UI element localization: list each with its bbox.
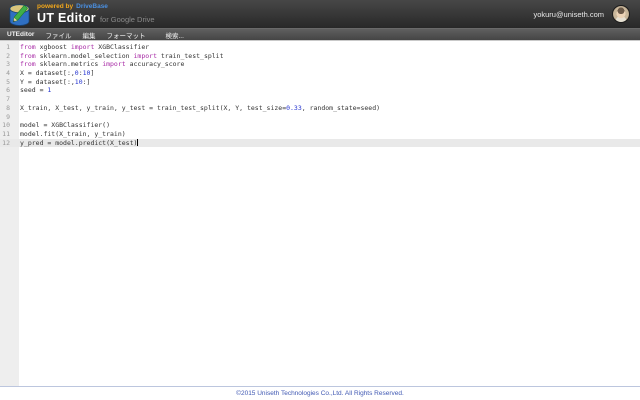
line-number: 5 <box>6 77 10 86</box>
user-email: yokuru@uniseth.com <box>533 9 604 19</box>
code-line[interactable]: 7 <box>0 95 640 104</box>
code-line-text: model.fit(X_train, y_train) <box>20 129 126 138</box>
code-line-text: from xgboost import XGBClassifier <box>20 43 150 51</box>
code-line[interactable]: 9 <box>0 113 640 122</box>
code-line[interactable]: 3 from sklearn.metrics import accuracy_sc… <box>0 60 640 69</box>
line-number: 1 <box>6 43 10 51</box>
app-title-block: powered by DriveBase UT Editor for Google… <box>37 2 155 25</box>
code-line[interactable]: 5 Y = dataset[:,10:] <box>0 78 640 87</box>
line-number: 6 <box>6 86 10 95</box>
app-header: powered by DriveBase UT Editor for Google… <box>0 0 640 28</box>
line-number: 12 <box>2 138 10 147</box>
menu-edit[interactable]: 編集 <box>82 30 95 40</box>
database-pencil-icon <box>9 3 30 26</box>
code-line-text: X_train, X_test, y_train, y_test = train… <box>20 103 381 112</box>
code-line[interactable]: 4 X = dataset[:,0:10] <box>0 69 640 78</box>
menu-uteditor[interactable]: UTEditor <box>7 31 34 38</box>
code-line[interactable]: 1 from xgboost import XGBClassifier <box>0 43 640 52</box>
app-title: UT Editor <box>37 11 96 25</box>
code-line[interactable]: 10 model = XGBClassifier() <box>0 121 640 130</box>
line-number: 9 <box>6 112 10 121</box>
menu-bar: UTEditor ファイル 編集 フォーマット 検索... <box>0 28 640 41</box>
line-number: 11 <box>2 129 10 138</box>
menu-format[interactable]: フォーマット <box>106 30 145 40</box>
code-lines[interactable]: 1 from xgboost import XGBClassifier 2 from … <box>0 41 640 148</box>
user-avatar[interactable] <box>612 5 630 23</box>
app-subtitle: for Google Drive <box>99 15 155 24</box>
uteditor-app: powered by DriveBase UT Editor for Google… <box>0 0 640 400</box>
code-line-text: y_pred = model.predict(X_test) <box>20 138 139 147</box>
code-line[interactable]: 11 model.fit(X_train, y_train) <box>0 130 640 139</box>
code-line-text: from sklearn.model_selection import trai… <box>20 51 224 60</box>
line-number: 4 <box>6 69 10 78</box>
code-line[interactable]: 12 y_pred = model.predict(X_test) <box>0 138 640 148</box>
brand-name: DriveBase <box>76 2 108 10</box>
code-line-text: model = XGBClassifier() <box>20 121 111 130</box>
menu-file[interactable]: ファイル <box>45 30 71 40</box>
page-footer: ©2015 Uniseth Technologies Co.,Ltd. All … <box>0 386 640 400</box>
text-cursor <box>137 138 139 146</box>
code-line-text: X = dataset[:,0:10] <box>20 69 95 78</box>
code-line[interactable]: 2 from sklearn.model_selection import tra… <box>0 52 640 61</box>
line-number: 2 <box>6 51 10 60</box>
code-line[interactable]: 8 X_train, X_test, y_train, y_test = trai… <box>0 104 640 113</box>
menu-search[interactable]: 検索... <box>165 30 183 40</box>
line-number: 8 <box>6 103 10 112</box>
powered-by-label: powered by <box>37 2 74 10</box>
line-number: 10 <box>2 121 10 130</box>
code-line-text: from sklearn.metrics import accuracy_sco… <box>20 60 185 69</box>
code-line[interactable]: 6 seed = 1 <box>0 86 640 95</box>
code-line-text: seed = 1 <box>20 86 52 95</box>
line-number: 3 <box>6 60 10 69</box>
code-line-text: Y = dataset[:,10:] <box>20 77 91 86</box>
line-number: 7 <box>6 95 10 104</box>
copyright-text: ©2015 Uniseth Technologies Co.,Ltd. All … <box>236 390 404 397</box>
code-editor[interactable]: 1 from xgboost import XGBClassifier 2 from … <box>0 41 640 386</box>
